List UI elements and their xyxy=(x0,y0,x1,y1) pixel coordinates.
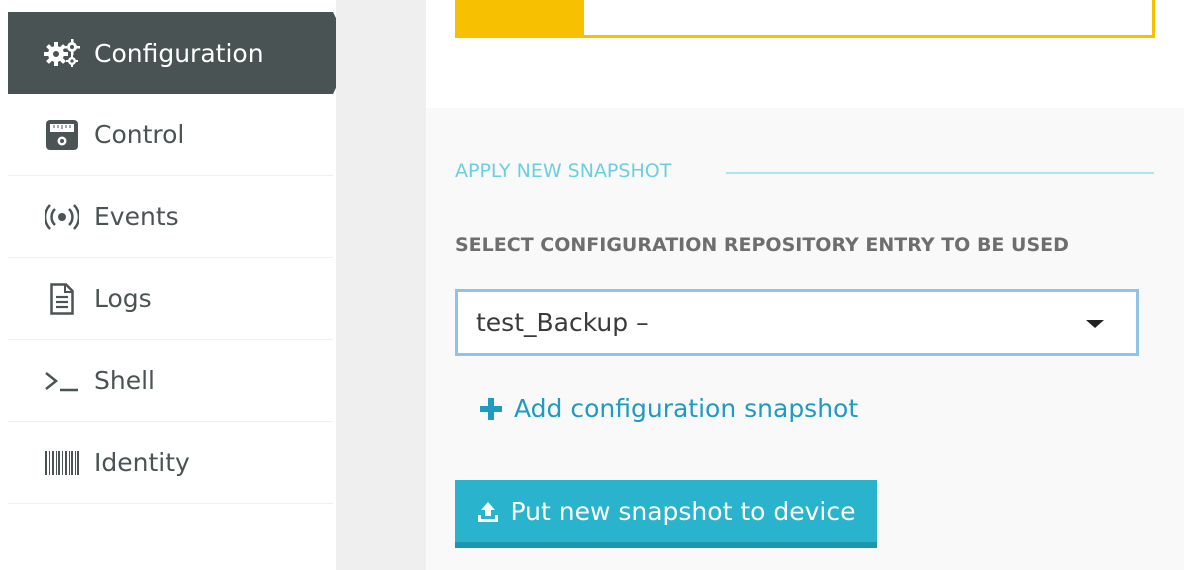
top-card xyxy=(455,0,1155,38)
sidebar-item-label: Logs xyxy=(94,284,152,313)
sidebar-item-shell[interactable]: Shell xyxy=(8,340,333,422)
control-panel-icon xyxy=(44,117,80,153)
field-label: SELECT CONFIGURATION REPOSITORY ENTRY TO… xyxy=(455,234,1069,256)
terminal-prompt-icon xyxy=(44,363,80,399)
barcode-icon xyxy=(44,445,80,481)
select-value: test_Backup – xyxy=(476,308,649,337)
section-title: APPLY NEW SNAPSHOT xyxy=(455,160,672,182)
top-card-accent xyxy=(458,0,584,35)
sidebar-item-identity[interactable]: Identity xyxy=(8,422,333,504)
sidebar-item-control[interactable]: Control xyxy=(8,94,333,176)
upload-icon xyxy=(477,500,499,522)
sidebar-item-label: Control xyxy=(94,120,185,149)
sidebar-item-logs[interactable]: Logs xyxy=(8,258,333,340)
sidebar-item-events[interactable]: Events xyxy=(8,176,333,258)
sidebar-item-configuration[interactable]: Configuration xyxy=(8,12,353,94)
put-button-label: Put new snapshot to device xyxy=(510,496,856,526)
main-content: APPLY NEW SNAPSHOT SELECT CONFIGURATION … xyxy=(426,0,1184,570)
gears-icon xyxy=(44,35,80,71)
sidebar-gutter xyxy=(336,0,426,570)
sidebar: Configuration Control Events Logs Shell … xyxy=(0,0,353,570)
section-divider xyxy=(726,172,1154,174)
caret-down-icon xyxy=(1086,320,1104,328)
plus-icon xyxy=(480,397,502,420)
broadcast-icon xyxy=(44,199,80,235)
sidebar-item-label: Shell xyxy=(94,366,155,395)
sidebar-item-label: Configuration xyxy=(94,38,264,68)
add-configuration-snapshot-link[interactable]: Add configuration snapshot xyxy=(480,394,858,423)
sidebar-item-label: Events xyxy=(94,202,179,231)
put-snapshot-button[interactable]: Put new snapshot to device xyxy=(455,480,877,548)
document-icon xyxy=(44,281,80,317)
sidebar-item-label: Identity xyxy=(94,448,190,477)
add-link-label: Add configuration snapshot xyxy=(514,394,859,423)
repository-entry-select[interactable]: test_Backup – xyxy=(455,289,1139,356)
